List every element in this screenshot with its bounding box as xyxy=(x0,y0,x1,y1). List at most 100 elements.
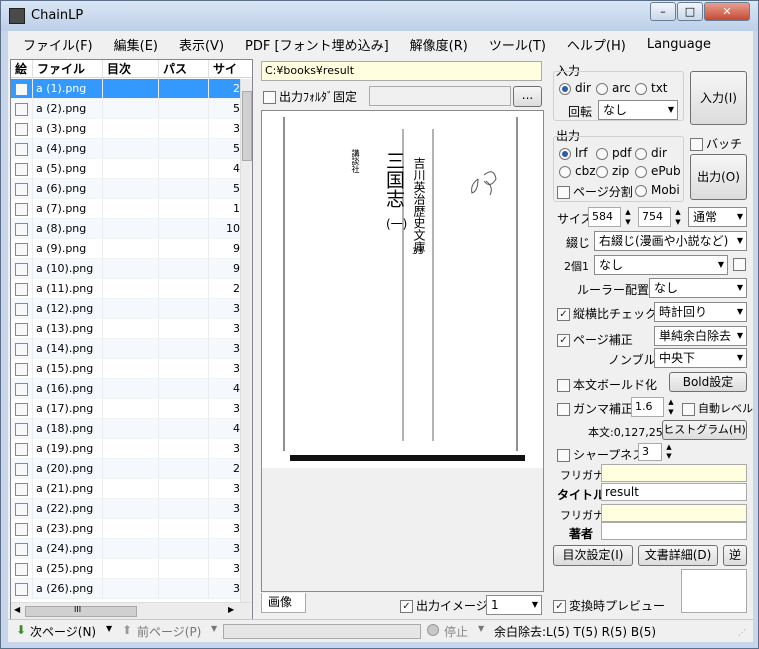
height-input[interactable]: 754 xyxy=(638,207,671,227)
row-checkbox[interactable] xyxy=(11,539,33,559)
row-checkbox[interactable] xyxy=(11,579,33,599)
scroll-right-arrow-icon[interactable]: ▶ xyxy=(228,605,234,614)
aspect-select[interactable]: 時計回り xyxy=(654,302,747,322)
output-option-dir[interactable]: dir xyxy=(635,146,667,160)
stop-dropdown-icon[interactable]: ▼ xyxy=(478,624,484,633)
file-list-vscrollbar[interactable] xyxy=(240,79,252,602)
document-details-button[interactable]: 文書詳細(D) xyxy=(638,545,718,566)
table-row[interactable]: a (6).png 5 xyxy=(11,179,240,199)
row-checkbox[interactable] xyxy=(11,199,33,219)
input-option-dir[interactable]: dir xyxy=(559,81,591,95)
menu-view[interactable]: 表示(V) xyxy=(179,35,224,54)
table-row[interactable]: a (20).png 2 xyxy=(11,459,240,479)
batch-checkbox[interactable]: バッチ xyxy=(690,135,742,152)
table-row[interactable]: a (19).png 3 xyxy=(11,439,240,459)
nombre-select[interactable]: 中央下 xyxy=(654,348,747,368)
table-row[interactable]: a (2).png 5 xyxy=(11,99,240,119)
gamma-input[interactable]: 1.6 xyxy=(631,397,664,417)
table-row[interactable]: a (7).png 1 xyxy=(11,199,240,219)
next-dropdown-icon[interactable]: ▼ xyxy=(106,624,112,633)
rotate-select[interactable]: なし xyxy=(598,100,678,120)
author-input[interactable] xyxy=(601,522,747,540)
row-checkbox[interactable] xyxy=(11,179,33,199)
table-row[interactable]: a (8).png 10 xyxy=(11,219,240,239)
table-row[interactable]: a (22).png 3 xyxy=(11,499,240,519)
sharpness-checkbox[interactable]: シャープネス xyxy=(557,446,644,463)
row-checkbox[interactable] xyxy=(11,219,33,239)
table-row[interactable]: a (13).png 3 xyxy=(11,319,240,339)
table-row[interactable]: a (11).png 2 xyxy=(11,279,240,299)
size-mode-select[interactable]: 通常 xyxy=(688,207,747,227)
table-row[interactable]: a (15).png 3 xyxy=(11,359,240,379)
toc-settings-button[interactable]: 目次設定(I) xyxy=(553,545,633,566)
output-option-lrf[interactable]: lrf xyxy=(559,146,588,160)
column-header-path[interactable]: パス xyxy=(159,60,209,78)
row-checkbox[interactable] xyxy=(11,339,33,359)
row-checkbox[interactable] xyxy=(11,79,33,99)
page-correct-checkbox[interactable]: ✓ ページ補正 xyxy=(557,331,633,348)
page-split-checkbox[interactable]: ページ分割 xyxy=(557,183,633,200)
row-checkbox[interactable] xyxy=(11,359,33,379)
sharpness-input[interactable]: 3 xyxy=(638,443,662,461)
binding-select[interactable]: 右綴じ(漫画や小説など) xyxy=(594,231,747,251)
table-row[interactable]: a (21).png 3 xyxy=(11,479,240,499)
table-row[interactable]: a (26).png 3 xyxy=(11,579,240,599)
title-furigana-input[interactable] xyxy=(601,464,747,482)
row-checkbox[interactable] xyxy=(11,459,33,479)
next-page-button[interactable]: 次ページ(N) xyxy=(30,623,96,640)
minimize-button[interactable]: – xyxy=(650,2,676,21)
row-checkbox[interactable] xyxy=(11,499,33,519)
row-checkbox[interactable] xyxy=(11,519,33,539)
bold-settings-button[interactable]: Bold設定 xyxy=(669,372,747,392)
output-option-zip[interactable]: zip xyxy=(596,164,629,178)
row-checkbox[interactable] xyxy=(11,379,33,399)
width-spinner[interactable]: ▲ ▼ xyxy=(621,207,635,227)
output-image-select[interactable]: 1 xyxy=(486,595,542,615)
table-row[interactable]: a (4).png 5 xyxy=(11,139,240,159)
fixed-folder-input[interactable] xyxy=(369,86,511,106)
output-option-pdf[interactable]: pdf xyxy=(596,146,631,160)
auto-level-checkbox[interactable]: 自動レベル xyxy=(682,400,753,416)
menu-language[interactable]: Language xyxy=(647,37,711,52)
ruler-select[interactable]: なし xyxy=(649,278,747,298)
row-checkbox[interactable] xyxy=(11,399,33,419)
page-correct-select[interactable]: 単純余白除去 xyxy=(654,326,747,346)
table-row[interactable]: a (5).png 4 xyxy=(11,159,240,179)
width-input[interactable]: 584 xyxy=(588,207,621,227)
output-button[interactable]: 出力(O) xyxy=(690,154,747,200)
author-furigana-input[interactable] xyxy=(601,504,747,522)
table-row[interactable]: a (1).png 2 xyxy=(11,79,240,99)
column-header-picture[interactable]: 絵 xyxy=(11,60,33,78)
output-option-epub[interactable]: ePub xyxy=(635,164,681,178)
table-row[interactable]: a (16).png 4 xyxy=(11,379,240,399)
aspect-check-checkbox[interactable]: ✓ 縦横比チェック xyxy=(557,305,657,322)
column-header-size[interactable]: サイ xyxy=(209,60,252,78)
title-input[interactable]: result xyxy=(601,483,747,501)
output-option-cbz[interactable]: cbz xyxy=(559,164,596,178)
output-image-checkbox[interactable]: ✓ 出力イメージ xyxy=(400,597,488,614)
table-row[interactable]: a (3).png 3 xyxy=(11,119,240,139)
sharpness-spinner[interactable]: ▲ ▼ xyxy=(662,443,676,461)
prev-page-button[interactable]: 前ページ(P) xyxy=(137,623,201,640)
row-checkbox[interactable] xyxy=(11,119,33,139)
menu-resolution[interactable]: 解像度(R) xyxy=(410,35,468,54)
table-row[interactable]: a (18).png 4 xyxy=(11,419,240,439)
row-checkbox[interactable] xyxy=(11,299,33,319)
stop-button[interactable]: 停止 xyxy=(444,623,468,640)
reverse-button[interactable]: 逆 xyxy=(723,545,747,566)
maximize-button[interactable]: □ xyxy=(677,2,703,21)
gamma-spinner[interactable]: ▲ ▼ xyxy=(664,397,678,417)
vscroll-thumb[interactable] xyxy=(242,91,252,161)
two-in-one-checkbox[interactable] xyxy=(733,258,746,271)
hscroll-thumb[interactable]: III xyxy=(25,605,137,617)
menu-help[interactable]: ヘルプ(H) xyxy=(567,35,626,54)
row-checkbox[interactable] xyxy=(11,159,33,179)
table-row[interactable]: a (10).png 9 xyxy=(11,259,240,279)
prev-dropdown-icon[interactable]: ▼ xyxy=(211,624,217,633)
row-checkbox[interactable] xyxy=(11,419,33,439)
fixed-output-folder-checkbox[interactable]: 出力ﾌｫﾙﾀﾞ固定 xyxy=(263,88,357,105)
menu-pdf-font[interactable]: PDF [フォント埋め込み] xyxy=(245,35,389,54)
row-checkbox[interactable] xyxy=(11,439,33,459)
table-row[interactable]: a (17).png 3 xyxy=(11,399,240,419)
row-checkbox[interactable] xyxy=(11,559,33,579)
